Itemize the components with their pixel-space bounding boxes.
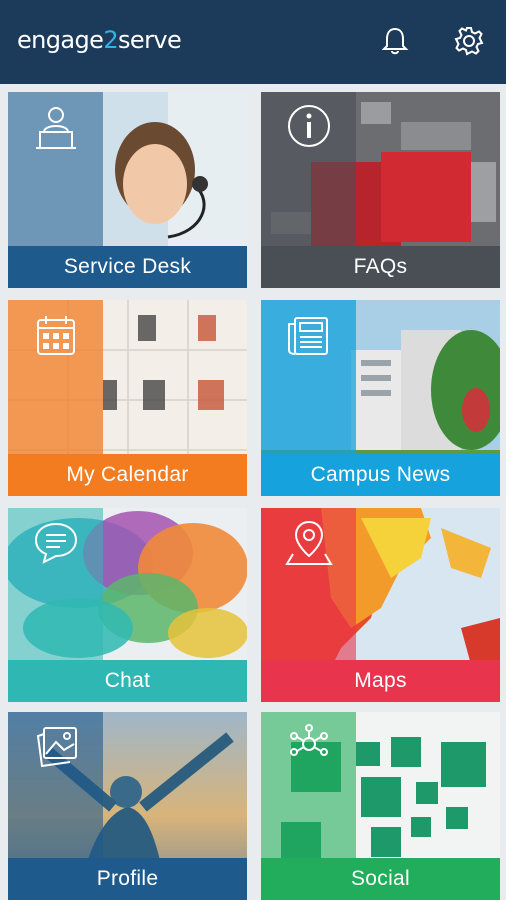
tile-chat[interactable]: Chat: [8, 508, 247, 702]
top-app-bar: engage2serve: [0, 0, 506, 84]
tile-profile[interactable]: Profile: [8, 712, 247, 900]
tile-campus-news[interactable]: Campus News: [261, 300, 500, 496]
tile-service-desk[interactable]: Service Desk: [8, 92, 247, 288]
tile-label: Campus News: [261, 454, 500, 496]
tile-faqs[interactable]: FAQs: [261, 92, 500, 288]
network-icon: [290, 724, 328, 756]
tile-label: FAQs: [261, 246, 500, 288]
tile-label: Service Desk: [8, 246, 247, 288]
newspaper-icon: [288, 317, 328, 355]
user-laptop-icon: [36, 107, 76, 149]
tile-label: Social: [261, 858, 500, 900]
chat-bubble-icon: [34, 522, 78, 564]
tile-my-calendar[interactable]: My Calendar: [8, 300, 247, 496]
tile-social[interactable]: Social: [261, 712, 500, 900]
gear-icon[interactable]: [452, 24, 486, 58]
tile-label: Profile: [8, 858, 247, 900]
tile-label: Maps: [261, 660, 500, 702]
calendar-icon: [37, 316, 75, 355]
app-logo: engage2serve: [17, 26, 182, 54]
map-pin-icon: [285, 520, 333, 565]
photos-icon: [36, 727, 77, 768]
info-icon: [288, 105, 330, 147]
bell-icon[interactable]: [378, 24, 412, 58]
tile-label: Chat: [8, 660, 247, 702]
tile-maps[interactable]: Maps: [261, 508, 500, 702]
tile-label: My Calendar: [8, 454, 247, 496]
